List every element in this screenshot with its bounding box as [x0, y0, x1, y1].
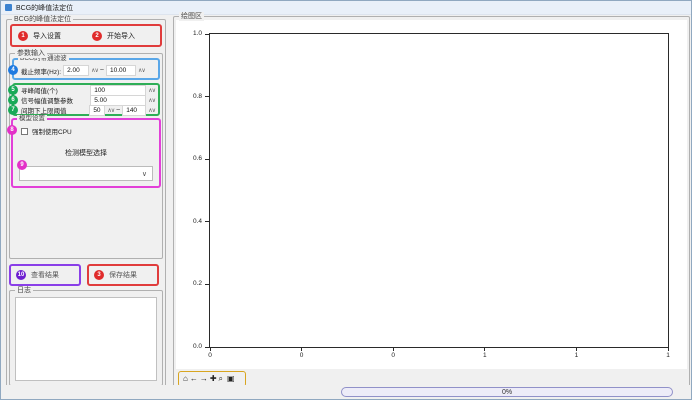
annotation-badge-7: 7 — [8, 105, 18, 115]
statusbar: 0% — [1, 385, 691, 399]
x-tick-label: 0 — [391, 352, 395, 359]
interval-high-input[interactable]: 140 — [122, 105, 146, 116]
forward-icon[interactable]: → — [200, 373, 208, 385]
x-tick-label: 1 — [483, 352, 487, 359]
y-tick-mark — [205, 347, 209, 348]
x-tick-label: 1 — [575, 352, 579, 359]
progress-percent: 0% — [502, 389, 512, 396]
spinner-arrows-icon[interactable]: ∧∨ — [107, 107, 114, 114]
peak-threshold-row: 寻峰阈值(个) 100 ∧∨ — [21, 85, 155, 95]
x-tick-mark — [576, 347, 577, 351]
model-settings-group-label: 模型设置 — [17, 115, 47, 123]
y-tick-label: 0.8 — [180, 93, 202, 100]
annotation-badge-2: 2 — [92, 31, 102, 41]
amplitude-row: 信号幅值调整参数 5.00 ∧∨ — [21, 95, 155, 105]
save-icon[interactable]: ▣ — [227, 373, 235, 385]
cutoff-row: 截止频率(Hz): 2.00 ∧∨ ~ 10.00 ∧∨ — [21, 65, 156, 76]
range-separator: ~ — [116, 107, 120, 114]
amplitude-param-label: 信号幅值调整参数 — [21, 95, 88, 105]
view-results-highlight-box: 10 查看结果 — [9, 264, 81, 286]
save-results-label: 保存结果 — [109, 270, 137, 280]
range-separator: ~ — [100, 67, 104, 74]
annotation-badge-10: 10 — [16, 270, 26, 280]
view-results-button[interactable]: 10 查看结果 — [11, 266, 79, 284]
chevron-down-icon: ∨ — [142, 170, 147, 178]
save-results-button[interactable]: 3 保存结果 — [89, 266, 157, 284]
start-import-button[interactable]: 2 开始导入 — [86, 26, 160, 45]
bandpass-highlight-box: BCG的带通滤波 4 截止频率(Hz): 2.00 ∧∨ ~ 10.00 ∧∨ — [12, 58, 160, 80]
cutoff-frequency-label: 截止频率(Hz): — [21, 66, 61, 76]
annotation-badge-3: 3 — [94, 270, 104, 280]
interval-low-input[interactable]: 50 — [89, 105, 105, 116]
annotation-badge-5: 5 — [8, 85, 18, 95]
annotation-badge-6: 6 — [8, 95, 18, 105]
y-tick-label: 0.2 — [180, 280, 202, 287]
y-tick-mark — [205, 96, 209, 97]
zoom-icon[interactable]: ⌕ — [219, 373, 223, 385]
y-tick-mark — [205, 284, 209, 285]
left-panel-group: BCG的峰值法定位 1 导入设置 2 开始导入 参数输入 BCG的带通滤波 4 … — [6, 19, 166, 388]
import-settings-label: 导入设置 — [33, 31, 61, 41]
x-tick-label: 1 — [666, 352, 670, 359]
plot-panel-group: 绘图区 1.00.80.60.40.20.0000111 ⌂ ← → ✚ ⌕ ▣ — [173, 16, 690, 389]
force-cpu-label: 强制使用CPU — [32, 126, 72, 136]
spinner-arrows-icon[interactable]: ∧∨ — [91, 67, 98, 74]
peaks-highlight-box: 5 6 7 寻峰阈值(个) 100 ∧∨ 信号幅值调整参数 5.00 ∧∨ 间期… — [12, 83, 160, 116]
force-cpu-row: 强制使用CPU — [21, 126, 72, 136]
y-tick-mark — [205, 34, 209, 35]
start-import-label: 开始导入 — [107, 31, 135, 41]
spinner-arrows-icon[interactable]: ∧∨ — [148, 97, 155, 104]
window-title: BCG的峰值法定位 — [16, 3, 73, 13]
x-tick-label: 0 — [208, 352, 212, 359]
cutoff-low-input[interactable]: 2.00 — [63, 65, 89, 76]
log-group: 日志 — [9, 290, 163, 386]
spinner-arrows-icon[interactable]: ∧∨ — [138, 67, 145, 74]
spinner-arrows-icon[interactable]: ∧∨ — [148, 107, 155, 114]
y-tick-mark — [205, 221, 209, 222]
params-group: 参数输入 BCG的带通滤波 4 截止频率(Hz): 2.00 ∧∨ ~ 10.0… — [9, 53, 163, 259]
model-combobox[interactable]: ∨ — [19, 166, 153, 181]
y-tick-mark — [205, 159, 209, 160]
x-tick-mark — [301, 347, 302, 351]
y-tick-label: 1.0 — [180, 30, 202, 37]
log-group-label: 日志 — [15, 286, 33, 295]
save-results-highlight-box: 3 保存结果 — [87, 264, 159, 286]
import-highlight-box: 1 导入设置 2 开始导入 — [10, 24, 162, 47]
cutoff-high-input[interactable]: 10.00 — [106, 65, 136, 76]
x-tick-mark — [484, 347, 485, 351]
figure-canvas[interactable]: 1.0 0.8 0.6 0.4 0.2 0.0 0 0 0 1 1 1 — [176, 20, 687, 369]
pan-icon[interactable]: ✚ — [210, 373, 217, 385]
interval-threshold-label: 间期下上限阈值 — [21, 105, 87, 115]
log-listbox[interactable] — [15, 297, 157, 381]
spinner-arrows-icon[interactable]: ∧∨ — [148, 87, 155, 94]
y-tick-label: 0.0 — [180, 343, 202, 350]
home-icon[interactable]: ⌂ — [183, 373, 188, 385]
params-group-label: 参数输入 — [15, 49, 47, 58]
progress-bar: 0% — [341, 387, 673, 397]
annotation-badge-9: 9 — [17, 160, 27, 170]
model-settings-highlight-box: 模型设置 8 强制使用CPU 检测模型选择 9 ∨ — [11, 118, 161, 188]
x-tick-mark — [393, 347, 394, 351]
peak-threshold-label: 寻峰阈值(个) — [21, 85, 88, 95]
plot-panel-group-label: 绘图区 — [179, 12, 204, 21]
y-tick-label: 0.6 — [180, 155, 202, 162]
app-icon — [5, 4, 12, 11]
titlebar: BCG的峰值法定位 — [1, 1, 691, 15]
annotation-badge-1: 1 — [18, 31, 28, 41]
plot-axes: 1.00.80.60.40.20.0000111 — [209, 33, 669, 348]
x-tick-mark — [210, 347, 211, 351]
view-results-label: 查看结果 — [31, 270, 59, 280]
import-settings-button[interactable]: 1 导入设置 — [12, 26, 86, 45]
left-panel-group-label: BCG的峰值法定位 — [12, 15, 73, 24]
y-tick-label: 0.4 — [180, 218, 202, 225]
annotation-badge-4: 4 — [8, 65, 18, 75]
x-tick-mark — [668, 347, 669, 351]
annotation-badge-8: 8 — [7, 125, 17, 135]
back-icon[interactable]: ← — [190, 373, 198, 385]
x-tick-label: 0 — [300, 352, 304, 359]
app-window: BCG的峰值法定位 BCG的峰值法定位 1 导入设置 2 开始导入 参数输入 B… — [0, 0, 692, 400]
force-cpu-checkbox[interactable] — [21, 128, 28, 135]
interval-row: 间期下上限阈值 50 ∧∨ ~ 140 ∧∨ — [21, 105, 155, 115]
model-select-label: 检测模型选择 — [13, 148, 159, 158]
